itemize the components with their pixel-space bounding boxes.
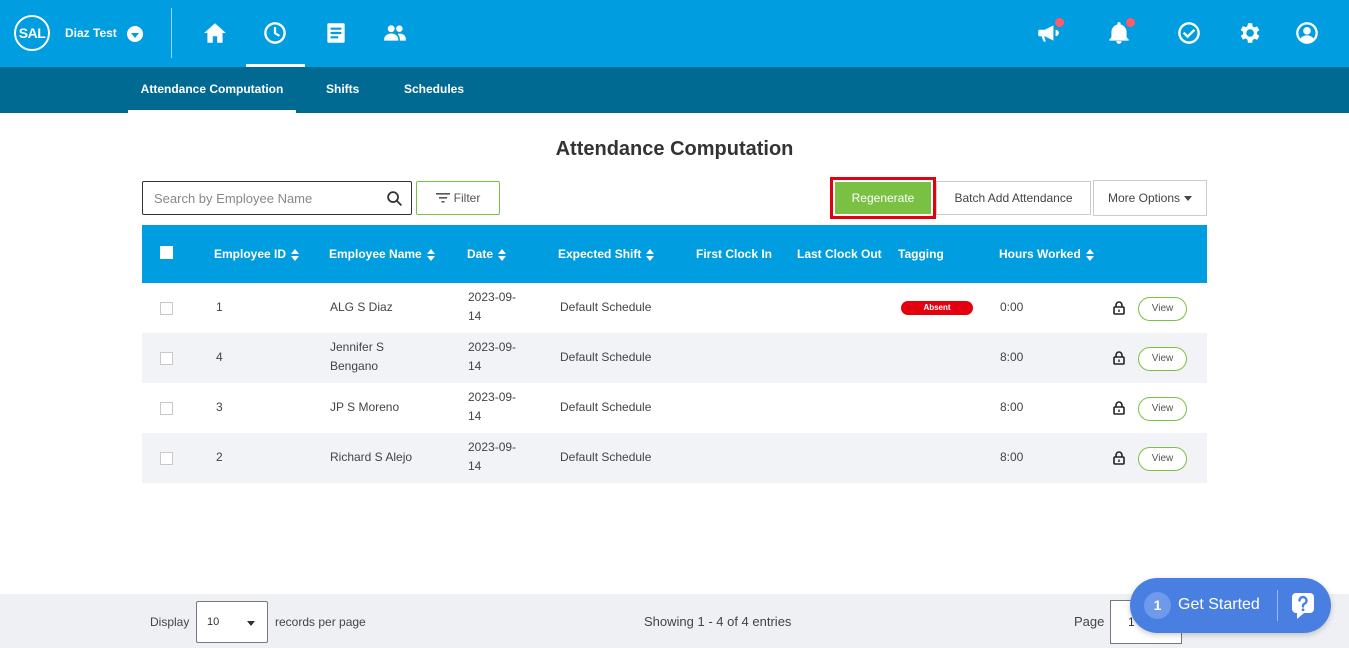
- divider: [171, 8, 172, 58]
- employee-name: Richard S Alejo: [330, 450, 413, 464]
- sort-icon: [646, 248, 655, 261]
- tab-attendance-computation[interactable]: Attendance Computation: [128, 67, 296, 113]
- chevron-down-icon[interactable]: [127, 26, 143, 42]
- expected-shift: Default Schedule: [560, 450, 652, 464]
- people-icon[interactable]: [380, 18, 410, 48]
- col-last-clock-out: Last Clock Out: [797, 247, 882, 261]
- select-all-checkbox[interactable]: [160, 246, 173, 259]
- absent-badge: Absent: [901, 301, 973, 315]
- expected-shift: Default Schedule: [560, 400, 652, 414]
- caret-down-icon: [1184, 195, 1193, 201]
- batch-add-attendance-button[interactable]: Batch Add Attendance: [936, 181, 1091, 215]
- filter-icon: [435, 193, 450, 203]
- lock-icon[interactable]: [1113, 401, 1125, 415]
- records-per-page-select[interactable]: 10: [196, 601, 268, 643]
- more-options-button[interactable]: More Options: [1093, 180, 1207, 216]
- col-employee-id[interactable]: Employee ID: [214, 225, 300, 283]
- view-button[interactable]: View: [1138, 447, 1187, 471]
- table-row: 3 JP S Moreno 2023-09- 14 Default Schedul…: [142, 383, 1207, 433]
- row-checkbox[interactable]: [160, 302, 173, 315]
- col-first-clock-in: First Clock In: [696, 247, 773, 261]
- lock-icon[interactable]: [1113, 451, 1125, 465]
- employee-name: ALG S Diaz: [330, 300, 393, 314]
- row-checkbox[interactable]: [160, 452, 173, 465]
- page-title: Attendance Computation: [555, 138, 794, 160]
- expected-shift: Default Schedule: [560, 350, 652, 364]
- table-row: 4 Jennifer S Bengano 2023-09- 14 Default S…: [142, 333, 1207, 383]
- sort-icon: [291, 248, 300, 261]
- filter-button[interactable]: Filter: [416, 181, 500, 215]
- sort-icon: [498, 248, 507, 261]
- check-circle-icon[interactable]: [1174, 18, 1204, 48]
- showing-entries-text: Showing 1 - 4 of 4 entries: [644, 614, 792, 629]
- page-label: Page: [1074, 614, 1105, 629]
- search-input[interactable]: [143, 182, 373, 214]
- document-icon[interactable]: [321, 18, 351, 48]
- user-icon[interactable]: [1292, 18, 1322, 48]
- col-employee-name[interactable]: Employee Name: [329, 225, 435, 283]
- table-header: Employee ID Employee Name Date Expected …: [142, 225, 1207, 283]
- home-icon[interactable]: [200, 18, 230, 48]
- employee-id: 4: [216, 350, 223, 364]
- tab-schedules[interactable]: Schedules: [404, 67, 464, 113]
- records-per-page-label: records per page: [275, 615, 366, 629]
- col-expected-shift[interactable]: Expected Shift: [558, 225, 655, 283]
- notification-dot: [1126, 18, 1135, 27]
- regenerate-highlight: Regenerate: [830, 177, 936, 219]
- more-options-label: More Options: [1107, 191, 1181, 205]
- lock-icon[interactable]: [1113, 301, 1125, 315]
- view-button[interactable]: View: [1138, 347, 1187, 371]
- search-box: [142, 181, 412, 215]
- col-date[interactable]: Date: [467, 225, 507, 283]
- employee-id: 1: [216, 300, 223, 314]
- row-checkbox[interactable]: [160, 402, 173, 415]
- tab-shifts[interactable]: Shifts: [326, 67, 359, 113]
- regenerate-button[interactable]: Regenerate: [835, 182, 931, 214]
- hours-worked: 0:00: [1000, 300, 1024, 314]
- divider: [1277, 590, 1278, 621]
- view-button[interactable]: View: [1138, 397, 1187, 421]
- row-checkbox[interactable]: [160, 352, 173, 365]
- date: 2023-09- 14: [468, 290, 517, 323]
- records-per-page-value: 10: [207, 616, 220, 628]
- get-started-count: 1: [1144, 592, 1171, 619]
- employee-id: 2: [216, 450, 223, 464]
- clock-icon[interactable]: [260, 18, 290, 48]
- date: 2023-09- 14: [468, 440, 517, 473]
- get-started-label: Get Started: [1178, 596, 1260, 613]
- hours-worked: 8:00: [1000, 450, 1024, 464]
- employee-id: 3: [216, 400, 223, 414]
- sort-icon: [426, 248, 435, 261]
- table-row: 2 Richard S Alejo 2023-09- 14 Default Sch…: [142, 433, 1207, 483]
- search-icon[interactable]: [386, 190, 403, 207]
- get-started-widget[interactable]: 1 Get Started: [1130, 578, 1331, 633]
- top-navbar: SAL Diaz Test: [0, 0, 1349, 67]
- sal-logo[interactable]: SAL: [14, 15, 50, 51]
- sub-navbar: Attendance Computation Shifts Schedules: [0, 67, 1349, 113]
- col-tagging: Tagging: [898, 247, 944, 261]
- gear-icon[interactable]: [1234, 18, 1264, 48]
- employee-name: JP S Moreno: [330, 400, 400, 414]
- expected-shift: Default Schedule: [560, 300, 652, 314]
- notification-dot: [1055, 18, 1064, 27]
- date: 2023-09- 14: [468, 390, 517, 423]
- hours-worked: 8:00: [1000, 350, 1024, 364]
- employee-name: Jennifer S Bengano: [330, 340, 385, 373]
- filter-label: Filter: [453, 191, 481, 205]
- display-label: Display: [150, 615, 190, 629]
- view-button[interactable]: View: [1138, 297, 1187, 321]
- company-name[interactable]: Diaz Test: [65, 26, 117, 40]
- lock-icon[interactable]: [1113, 351, 1125, 365]
- caret-down-icon: [247, 621, 255, 626]
- help-chat-icon[interactable]: [1288, 591, 1318, 621]
- date: 2023-09- 14: [468, 340, 517, 373]
- col-hours-worked[interactable]: Hours Worked: [999, 225, 1094, 283]
- sort-icon: [1085, 248, 1094, 261]
- table-row: 1 ALG S Diaz 2023-09- 14 Default Schedule…: [142, 283, 1207, 333]
- hours-worked: 8:00: [1000, 400, 1024, 414]
